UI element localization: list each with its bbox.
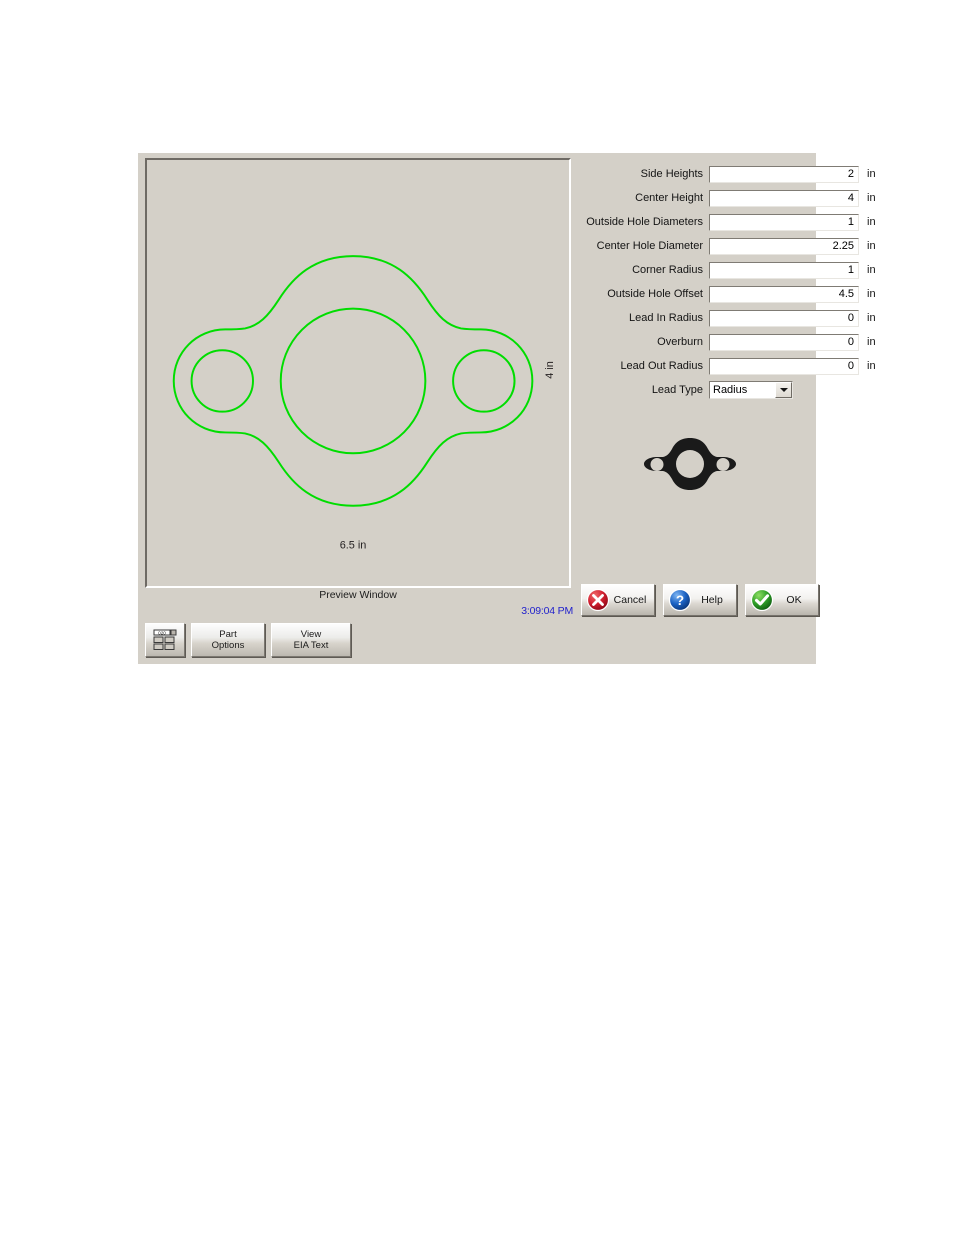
unit-overburn: in (867, 336, 876, 348)
input-overburn[interactable] (709, 333, 859, 351)
label-corner-radius: Corner Radius (632, 264, 703, 276)
unit-lead-out-radius: in (867, 360, 876, 372)
dialog-action-bar: Cancel ? Help OK (581, 584, 819, 616)
lead-type-dropdown[interactable]: Radius (709, 381, 793, 399)
part-options-label-line2: Options (211, 640, 245, 651)
label-lead-type: Lead Type (651, 384, 703, 396)
ok-button[interactable]: OK (745, 584, 819, 616)
help-button[interactable]: ? Help (663, 584, 737, 616)
thumbnail-silhouette (644, 438, 736, 490)
unit-side-heights: in (867, 168, 876, 180)
input-lead-in-radius[interactable] (709, 309, 859, 327)
view-eia-text-button[interactable]: View EIA Text (271, 623, 351, 657)
chevron-down-icon (779, 388, 788, 392)
unit-center-hole-diameter: in (867, 240, 876, 252)
ok-check-icon (750, 588, 774, 612)
field-row-lead-out-radius: Lead Out Radius in (578, 357, 876, 375)
field-row-lead-in-radius: Lead In Radius in (578, 309, 876, 327)
part-options-button[interactable]: Part Options (191, 623, 265, 657)
unit-outside-hole-diameters: in (867, 216, 876, 228)
view-eia-label-line1: View (300, 629, 322, 640)
center-hole (279, 307, 427, 455)
unit-outside-hole-offset: in (867, 288, 876, 300)
unit-corner-radius: in (867, 264, 876, 276)
bottom-toolbar: 020 Part Options View EIA Text (145, 623, 351, 657)
preview-window-caption: Preview Window (319, 589, 397, 601)
shape-parameters-dialog: 6.5 in 4 in Preview Window 3:09:04 PM 02… (138, 153, 876, 664)
part-thumbnail (644, 438, 736, 490)
label-center-height: Center Height (635, 192, 703, 204)
clock-readout: 3:09:04 PM (521, 605, 573, 617)
field-row-side-heights: Side Heights in (578, 165, 876, 183)
cancel-button[interactable]: Cancel (581, 584, 655, 616)
help-icon: ? (668, 588, 692, 612)
input-side-heights[interactable] (709, 165, 859, 183)
input-center-hole-diameter[interactable] (709, 237, 859, 255)
input-outside-hole-diameters[interactable] (709, 213, 859, 231)
keypad-button[interactable]: 020 (145, 623, 185, 657)
input-corner-radius[interactable] (709, 261, 859, 279)
right-hole (452, 349, 516, 413)
unit-center-height: in (867, 192, 876, 204)
label-outside-hole-diameters: Outside Hole Diameters (586, 216, 703, 228)
label-overburn: Overburn (657, 336, 703, 348)
lead-type-selected-value: Radius (713, 384, 748, 396)
field-row-lead-type: Lead Type Radius (578, 381, 808, 399)
field-row-center-hole-diameter: Center Hole Diameter in (578, 237, 876, 255)
cancel-button-label: Cancel (613, 594, 647, 606)
label-outside-hole-offset: Outside Hole Offset (607, 288, 703, 300)
ok-button-label: OK (786, 594, 802, 606)
field-row-corner-radius: Corner Radius in (578, 261, 876, 279)
field-row-overburn: Overburn in (578, 333, 876, 351)
lead-type-dropdown-button[interactable] (775, 382, 792, 398)
field-row-outside-hole-offset: Outside Hole Offset in (578, 285, 876, 303)
field-row-center-height: Center Height in (578, 189, 876, 207)
height-dimension-label: 4 in (544, 361, 556, 379)
cancel-icon (586, 588, 610, 612)
svg-text:?: ? (676, 593, 684, 608)
page-root: 6.5 in 4 in Preview Window 3:09:04 PM 02… (0, 0, 954, 1235)
unit-lead-in-radius: in (867, 312, 876, 324)
left-hole (190, 349, 254, 413)
input-center-height[interactable] (709, 189, 859, 207)
input-outside-hole-offset[interactable] (709, 285, 859, 303)
label-center-hole-diameter: Center Hole Diameter (596, 240, 703, 252)
preview-window[interactable]: 6.5 in 4 in (145, 158, 571, 588)
part-outline (172, 255, 534, 507)
keypad-icon: 020 (153, 629, 177, 650)
svg-text:020: 020 (158, 630, 166, 635)
parameter-form: Side Heights in Center Height in Outside… (578, 165, 876, 405)
field-row-outside-hole-diameters: Outside Hole Diameters in (578, 213, 876, 231)
width-dimension-label: 6.5 in (340, 539, 367, 551)
label-lead-out-radius: Lead Out Radius (620, 360, 703, 372)
input-lead-out-radius[interactable] (709, 357, 859, 375)
view-eia-label-line2: EIA Text (293, 640, 329, 651)
label-side-heights: Side Heights (640, 168, 703, 180)
help-button-label: Help (701, 594, 723, 606)
label-lead-in-radius: Lead In Radius (629, 312, 703, 324)
part-preview-drawing: 6.5 in 4 in (172, 255, 556, 551)
part-options-label-line1: Part (219, 629, 237, 640)
